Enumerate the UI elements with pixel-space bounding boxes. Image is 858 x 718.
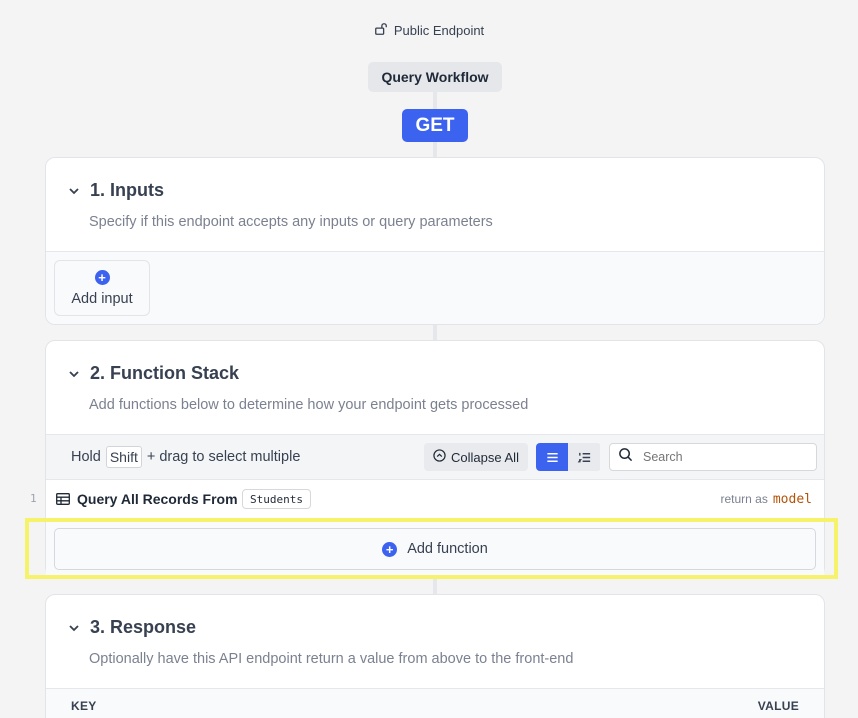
return-as-label: return as bbox=[720, 492, 768, 506]
collapse-all-label: Collapse All bbox=[451, 449, 519, 465]
plus-circle-icon: + bbox=[382, 541, 398, 557]
add-input-button[interactable]: + Add input bbox=[54, 260, 150, 316]
chevron-down-icon[interactable] bbox=[68, 185, 80, 197]
inputs-body: + Add input bbox=[46, 251, 824, 324]
flow-connector bbox=[433, 142, 437, 158]
shift-key: Shift bbox=[105, 446, 142, 468]
list-icon bbox=[546, 452, 558, 462]
search-input[interactable] bbox=[643, 450, 793, 464]
flow-connector bbox=[433, 324, 437, 341]
response-section-header[interactable]: 3. Response bbox=[68, 617, 196, 638]
return-variable[interactable]: model bbox=[773, 492, 812, 507]
function-stack-toolbar: Hold Shift + drag to select multiple Col… bbox=[46, 434, 824, 480]
function-stack-subtitle: Add functions below to determine how you… bbox=[89, 397, 529, 413]
chevron-down-icon[interactable] bbox=[68, 368, 80, 380]
inputs-section-header[interactable]: 1. Inputs bbox=[68, 180, 164, 201]
response-subtitle: Optionally have this API endpoint return… bbox=[89, 651, 574, 667]
function-row-number: 1 bbox=[30, 492, 37, 505]
add-function-area: + Add function bbox=[46, 518, 824, 576]
response-title: 3. Response bbox=[90, 617, 197, 637]
key-column-header: KEY bbox=[71, 699, 97, 713]
drag-hint: + drag to select multiple bbox=[146, 449, 301, 465]
unlock-icon bbox=[374, 22, 388, 39]
view-toggle bbox=[536, 443, 601, 471]
add-function-button[interactable]: + Add function bbox=[54, 528, 816, 570]
endpoint-visibility: Public Endpoint bbox=[0, 22, 858, 39]
search-icon bbox=[618, 447, 633, 467]
response-card: 3. Response Optionally have this API end… bbox=[45, 594, 825, 718]
inputs-card: 1. Inputs Specify if this endpoint accep… bbox=[45, 157, 825, 325]
multi-select-hint: Hold Shift + drag to select multiple bbox=[71, 446, 300, 468]
flow-connector bbox=[433, 92, 437, 109]
function-stack-card: 2. Function Stack Add functions below to… bbox=[30, 340, 825, 577]
add-function-label: Add function bbox=[407, 541, 488, 557]
function-row[interactable]: 1 Query All Records From Students return… bbox=[30, 480, 824, 518]
return-as: return as model bbox=[721, 492, 813, 507]
collapse-all-button[interactable]: Collapse All bbox=[424, 443, 528, 471]
collapse-circle-icon bbox=[433, 449, 446, 465]
plus-circle-icon: + bbox=[94, 269, 110, 285]
inputs-subtitle: Specify if this endpoint accepts any inp… bbox=[89, 214, 493, 230]
table-icon bbox=[56, 492, 70, 505]
function-stack-section-header[interactable]: 2. Function Stack bbox=[68, 363, 239, 384]
hold-label: Hold bbox=[71, 449, 101, 465]
numbered-list-icon bbox=[577, 452, 590, 462]
table-name-tag[interactable]: Students bbox=[242, 489, 311, 509]
value-column-header: VALUE bbox=[757, 699, 799, 713]
function-label: Query All Records From bbox=[77, 491, 238, 507]
http-method-badge[interactable]: GET bbox=[402, 109, 468, 142]
workflow-name[interactable]: Query Workflow bbox=[368, 62, 502, 92]
flow-connector bbox=[433, 576, 437, 595]
inputs-title: 1. Inputs bbox=[90, 180, 165, 200]
endpoint-visibility-label: Public Endpoint bbox=[393, 23, 485, 38]
list-view-button[interactable] bbox=[536, 443, 568, 471]
response-table-header: KEY VALUE bbox=[46, 688, 824, 718]
function-stack-title: 2. Function Stack bbox=[90, 363, 240, 383]
function-search[interactable] bbox=[609, 443, 817, 471]
chevron-down-icon[interactable] bbox=[68, 622, 80, 634]
add-input-label: Add input bbox=[71, 290, 133, 307]
numbered-view-button[interactable] bbox=[568, 443, 600, 471]
